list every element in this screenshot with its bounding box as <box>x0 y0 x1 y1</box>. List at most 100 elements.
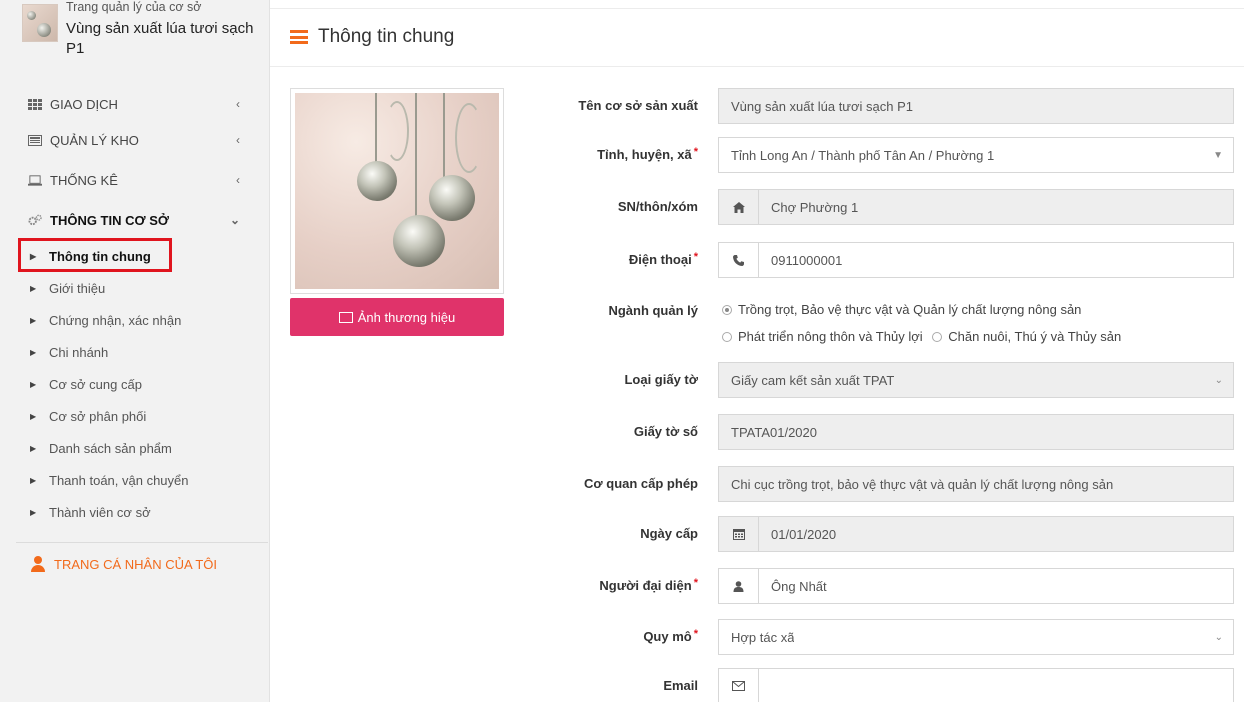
field-value: Tỉnh Long An / Thành phố Tân An / Phường… <box>731 147 995 163</box>
submenu-item-gioi-thieu[interactable]: ▶ Giới thiệu <box>0 272 270 304</box>
menu-item-label: QUẢN LÝ KHO <box>50 132 139 148</box>
co-quan-field[interactable]: Chi cục trồng trọt, bảo vệ thực vật và q… <box>718 466 1234 502</box>
field-label: Ngành quản lý <box>608 303 698 318</box>
caret-right-icon: ▶ <box>30 475 37 485</box>
menu-item-quan-ly-kho[interactable]: QUẢN LÝ KHO ‹ <box>0 120 270 160</box>
user-icon <box>30 556 46 572</box>
menu-item-giao-dich[interactable]: GIAO DỊCH ‹ <box>0 88 270 120</box>
field-value: Chợ Phường 1 <box>771 199 859 215</box>
radio-label: Phát triển nông thôn và Thủy lợi <box>738 329 923 344</box>
submenu-item-label: Cơ sở cung cấp <box>49 376 142 392</box>
submenu-item-thong-tin-chung-wrap: ▶ Thông tin chung <box>0 238 270 272</box>
phone-icon <box>719 243 759 277</box>
email-field[interactable] <box>718 668 1234 702</box>
caret-right-icon: ▶ <box>30 379 37 389</box>
brand-image-button-label: Ảnh thương hiệu <box>357 309 456 325</box>
submenu-item-label: Chi nhánh <box>49 344 109 360</box>
required-marker: * <box>693 146 698 158</box>
brand-image-button[interactable]: Ảnh thương hiệu <box>290 298 504 336</box>
user-icon <box>719 569 759 603</box>
radio-label: Trồng trọt, Bảo vệ thực vật và Quản lý c… <box>738 302 1082 317</box>
field-label: Người đại diện * <box>599 577 698 593</box>
thon-xom-field[interactable]: Chợ Phường 1 <box>718 189 1234 225</box>
submenu-item-thanh-toan[interactable]: ▶ Thanh toán, vận chuyển <box>0 464 270 496</box>
laptop-icon <box>28 174 42 186</box>
field-value: 01/01/2020 <box>771 526 837 542</box>
phone-field[interactable]: 0911000001 <box>718 242 1234 278</box>
nganh-quan-ly-radio-group: Trồng trọt, Bảo vệ thực vật và Quản lý c… <box>722 297 1127 351</box>
chevron-down-icon: ⌄ <box>1214 374 1223 386</box>
menu-item-label: THÔNG TIN CƠ SỞ <box>50 212 169 228</box>
label-text: Ngày cấp <box>640 526 698 541</box>
submenu-item-danh-sach-san-pham[interactable]: ▶ Danh sách sản phẩm <box>0 432 270 464</box>
radio-chan-nuoi[interactable]: Chăn nuôi, Thú ý và Thủy sản <box>932 324 1121 350</box>
field-value: Hợp tác xã <box>731 629 795 645</box>
field-label: Tỉnh, huyện, xã * <box>597 146 698 162</box>
sidebar: Trang quản lý của cơ sở Vùng sản xuất lú… <box>0 0 270 702</box>
field-label: Loại giấy tờ <box>624 372 698 387</box>
submenu-item-thong-tin-chung[interactable]: ▶ Thông tin chung <box>0 240 270 272</box>
cogs-icon <box>28 214 42 226</box>
radio-dot <box>932 332 943 342</box>
field-label: Cơ quan cấp phép <box>584 476 698 491</box>
caret-right-icon: ▶ <box>30 507 37 517</box>
caret-down-icon: ▼ <box>1213 149 1223 161</box>
submenu-item-co-so-phan-phoi[interactable]: ▶ Cơ sở phân phối <box>0 400 270 432</box>
grid-icon <box>28 98 42 110</box>
label-text: Tỉnh, huyện, xã <box>597 147 692 162</box>
menu-item-label: GIAO DỊCH <box>50 96 118 112</box>
submenu-item-chi-nhanh[interactable]: ▶ Chi nhánh <box>0 336 270 368</box>
chevron-left-icon: ‹ <box>236 173 240 187</box>
giay-to-so-field[interactable]: TPATA01/2020 <box>718 414 1234 450</box>
caret-right-icon: ▶ <box>30 347 37 357</box>
required-marker: * <box>693 577 698 589</box>
submenu-item-co-so-cung-cap[interactable]: ▶ Cơ sở cung cấp <box>0 368 270 400</box>
required-marker: * <box>693 628 698 640</box>
radio-dot <box>722 305 732 315</box>
tinh-select[interactable]: Tỉnh Long An / Thành phố Tân An / Phường… <box>718 137 1234 173</box>
submenu-item-thanh-vien[interactable]: ▶ Thành viên cơ sở <box>0 496 270 528</box>
submenu-item-chung-nhan[interactable]: ▶ Chứng nhận, xác nhận <box>0 304 270 336</box>
brand-block: Trang quản lý của cơ sở Vùng sản xuất lú… <box>22 0 262 88</box>
submenu-item-label: Giới thiệu <box>49 280 106 296</box>
profile-link[interactable]: TRANG CÁ NHÂN CỦA TÔI <box>0 543 270 585</box>
nguoi-dai-dien-field[interactable]: Ông Nhất <box>718 568 1234 604</box>
row-nganh-quan-ly: Ngành quản lý Trồng trọt, Bảo vệ thực vậ… <box>510 297 1234 357</box>
field-value: Vùng sản xuất lúa tươi sạch P1 <box>731 98 913 114</box>
quy-mo-select[interactable]: Hợp tác xã ⌄ <box>718 619 1234 655</box>
field-label: Quy mô * <box>643 628 698 644</box>
brand-subtitle: Trang quản lý của cơ sở <box>66 0 202 14</box>
page-header: Thông tin chung <box>290 26 454 48</box>
inbox-icon <box>28 134 42 146</box>
ten-co-so-field[interactable]: Vùng sản xuất lúa tươi sạch P1 <box>718 88 1234 124</box>
menu-item-label: THỐNG KÊ <box>50 172 118 188</box>
menu-item-thong-tin-co-so[interactable]: THÔNG TIN CƠ SỞ ⌄ <box>0 200 270 240</box>
field-label: Email <box>663 678 698 693</box>
submenu-item-label: Danh sách sản phẩm <box>49 440 172 456</box>
brand-name: Vùng sản xuất lúa tươi sạch P1 <box>66 20 254 57</box>
label-text: Ngành quản lý <box>608 303 698 318</box>
label-text: Quy mô <box>643 629 692 644</box>
ngay-cap-field[interactable]: 01/01/2020 <box>718 516 1234 552</box>
caret-right-icon: ▶ <box>30 315 37 325</box>
home-icon <box>719 190 759 224</box>
chevron-down-icon: ⌄ <box>229 213 240 227</box>
field-value: Chi cục trồng trọt, bảo vệ thực vật và q… <box>731 476 1114 492</box>
label-text: Giấy tờ số <box>633 424 698 439</box>
field-value: Ông Nhất <box>771 578 827 594</box>
label-text: Cơ quan cấp phép <box>584 476 698 491</box>
loai-giay-to-select[interactable]: Giấy cam kết sản xuất TPAT ⌄ <box>718 362 1234 398</box>
submenu-item-label: Thành viên cơ sở <box>49 504 151 520</box>
menu-item-thong-ke[interactable]: THỐNG KÊ ‹ <box>0 160 270 200</box>
menu-bars-icon[interactable] <box>290 30 308 44</box>
field-label: Điện thoại * <box>628 251 698 267</box>
submenu-item-label: Thông tin chung <box>49 248 151 264</box>
page-title: Thông tin chung <box>318 26 455 47</box>
radio-dot <box>722 332 732 342</box>
label-text: Điện thoại <box>628 252 692 267</box>
top-border <box>270 8 1244 9</box>
field-value: TPATA01/2020 <box>731 424 817 440</box>
calendar-icon <box>719 517 759 551</box>
radio-phat-trien-nong-thon[interactable]: Phát triển nông thôn và Thủy lợi <box>722 324 923 350</box>
radio-trong-trot[interactable]: Trồng trọt, Bảo vệ thực vật và Quản lý c… <box>722 297 1081 323</box>
